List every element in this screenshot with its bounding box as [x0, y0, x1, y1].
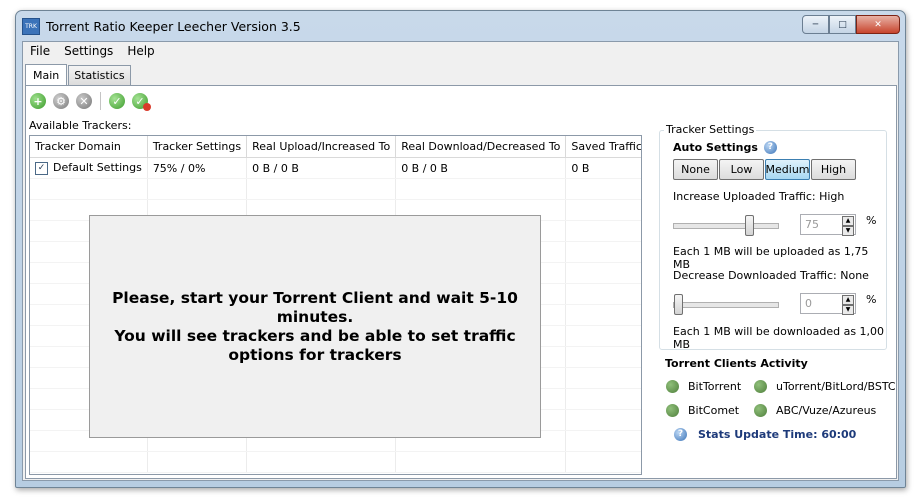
client-name: BitTorrent: [688, 380, 742, 393]
toolbar: + ⚙ ✕ ✓ ✓: [30, 92, 155, 111]
client-status-bitcomet: BitComet: [666, 404, 739, 417]
preset-low-button[interactable]: Low: [719, 159, 764, 180]
app-window: TRK Torrent Ratio Keeper Leecher Version…: [15, 10, 906, 488]
maximize-icon[interactable]: □: [829, 15, 856, 34]
trackers-table: Tracker Domain Tracker Settings Real Upl…: [29, 135, 642, 475]
spinner-up-icon[interactable]: ▲: [842, 216, 854, 226]
preset-medium-button[interactable]: Medium: [765, 159, 810, 180]
download-spinner-buttons: ▲ ▼: [842, 295, 854, 315]
menu-file[interactable]: File: [23, 42, 57, 61]
waiting-message-panel: Please, start your Torrent Client and wa…: [89, 215, 541, 438]
check-remove-icon[interactable]: ✓: [132, 93, 151, 111]
upload-spinner-buttons: ▲ ▼: [842, 216, 854, 236]
delete-icon[interactable]: ✕: [76, 93, 92, 109]
menu-settings[interactable]: Settings: [57, 42, 120, 61]
clients-activity-title: Torrent Clients Activity: [665, 357, 808, 370]
tab-strip: Main Statistics: [25, 63, 132, 86]
cell-upload: 0 B / 0 B: [246, 157, 397, 179]
minimize-icon[interactable]: ─: [802, 15, 829, 34]
status-dot-icon: [754, 404, 767, 417]
upload-spinner[interactable]: 75 ▲ ▼: [800, 214, 856, 236]
client-name: BitComet: [688, 404, 740, 417]
table-row: [30, 178, 641, 200]
column-header-domain[interactable]: Tracker Domain: [30, 136, 148, 158]
cell-domain-text: Default Settings: [53, 161, 142, 175]
upload-note: Each 1 MB will be uploaded as 1,75 MB: [673, 245, 869, 271]
column-header-settings[interactable]: Tracker Settings: [147, 136, 248, 158]
menu-help[interactable]: Help: [120, 42, 161, 61]
cell-domain: ✓ Default Settings: [30, 157, 148, 179]
upload-label: Increase Uploaded Traffic: High: [673, 190, 845, 203]
column-header-upload[interactable]: Real Upload/Increased To: [246, 136, 397, 158]
spinner-down-icon[interactable]: ▼: [842, 305, 854, 315]
tab-main[interactable]: Main: [25, 64, 68, 86]
table-header-row: Tracker Domain Tracker Settings Real Upl…: [30, 136, 641, 158]
tracker-settings-legend: Tracker Settings: [664, 123, 757, 136]
help-icon[interactable]: ?: [674, 428, 687, 441]
download-slider[interactable]: [673, 294, 779, 315]
close-icon[interactable]: ✕: [856, 15, 900, 34]
auto-settings: Auto Settings ?: [673, 141, 777, 154]
add-icon[interactable]: +: [30, 93, 46, 109]
download-spinner-value: 0: [805, 297, 812, 310]
spinner-up-icon[interactable]: ▲: [842, 295, 854, 305]
main-tab-page: + ⚙ ✕ ✓ ✓ Available Trackers: Tracker Do…: [25, 85, 897, 479]
client-status-utorrent: uTorrent/BitLord/BSTC: [754, 380, 896, 393]
column-header-download[interactable]: Real Download/Decreased To: [395, 136, 567, 158]
upload-slider-thumb[interactable]: [745, 215, 754, 236]
auto-settings-label: Auto Settings: [673, 141, 758, 154]
app-icon: TRK: [22, 18, 40, 35]
client-status-vuze: ABC/Vuze/Azureus: [754, 404, 876, 417]
available-trackers-label: Available Trackers:: [29, 119, 132, 132]
menu-bar: File Settings Help: [23, 42, 898, 61]
row-checkbox[interactable]: ✓: [35, 161, 48, 175]
toolbar-separator: [100, 92, 101, 110]
gear-icon[interactable]: ⚙: [53, 93, 69, 109]
download-slider-thumb[interactable]: [674, 294, 683, 315]
download-spinner[interactable]: 0 ▲ ▼: [800, 293, 856, 315]
title-bar[interactable]: TRK Torrent Ratio Keeper Leecher Version…: [16, 11, 905, 41]
column-header-saved[interactable]: Saved Traffic: [565, 136, 641, 158]
download-unit: %: [866, 293, 877, 306]
upload-slider[interactable]: [673, 215, 779, 236]
table-row[interactable]: ✓ Default Settings 75% / 0% 0 B / 0 B 0 B…: [30, 157, 641, 179]
cell-saved: 0 B: [565, 157, 641, 179]
spinner-down-icon[interactable]: ▼: [842, 226, 854, 236]
check-icon[interactable]: ✓: [109, 93, 125, 109]
window-controls: ─ □ ✕: [802, 15, 900, 34]
preset-high-button[interactable]: High: [811, 159, 856, 180]
preset-none-button[interactable]: None: [673, 159, 718, 180]
download-note: Each 1 MB will be downloaded as 1,00 MB: [673, 325, 885, 351]
download-label: Decrease Downloaded Traffic: None: [673, 269, 869, 282]
client-name: uTorrent/BitLord/BSTC: [776, 380, 896, 393]
client-status-bittorrent: BitTorrent: [666, 380, 741, 393]
client-area: File Settings Help Main Statistics + ⚙ ✕…: [22, 41, 899, 481]
tracker-settings-group: Tracker Settings Auto Settings ? None Lo…: [659, 123, 887, 351]
stats-update-label: Stats Update Time: 60:00: [698, 428, 857, 441]
help-icon[interactable]: ?: [763, 141, 777, 154]
status-dot-icon: [666, 380, 679, 393]
table-row: [30, 451, 641, 473]
client-name: ABC/Vuze/Azureus: [776, 404, 877, 417]
status-dot-icon: [754, 380, 767, 393]
waiting-message-line1: Please, start your Torrent Client and wa…: [112, 288, 518, 326]
stats-update: ? Stats Update Time: 60:00: [674, 428, 856, 441]
window-title: Torrent Ratio Keeper Leecher Version 3.5: [46, 19, 301, 34]
cell-download: 0 B / 0 B: [395, 157, 567, 179]
upload-unit: %: [866, 214, 877, 227]
cell-settings: 75% / 0%: [147, 157, 248, 179]
status-dot-icon: [666, 404, 679, 417]
upload-spinner-value: 75: [805, 218, 819, 231]
tab-statistics[interactable]: Statistics: [68, 65, 131, 85]
waiting-message-line2: You will see trackers and be able to set…: [114, 326, 516, 364]
preset-buttons: None Low Medium High: [673, 159, 857, 180]
